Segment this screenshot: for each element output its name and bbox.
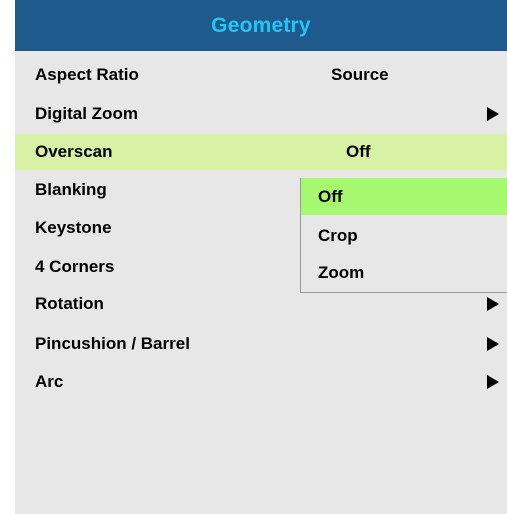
- menu-item-pincushion-barrel[interactable]: Pincushion / Barrel: [15, 326, 507, 362]
- menu-item-label: Pincushion / Barrel: [35, 334, 190, 353]
- dropdown-option-label: Zoom: [318, 262, 365, 282]
- submenu-arrow-icon: [487, 297, 499, 311]
- menu-item-label: 4 Corners: [35, 257, 115, 276]
- geometry-menu: Geometry Aspect Ratio Source Digital Zoo…: [15, 0, 507, 514]
- menu-item-label: Keystone: [35, 218, 112, 237]
- overscan-dropdown: Off Crop Zoom: [300, 178, 507, 293]
- submenu-arrow-icon: [487, 337, 499, 351]
- menu-item-label: Arc: [35, 372, 64, 391]
- menu-item-arc[interactable]: Arc: [15, 364, 507, 400]
- submenu-arrow-icon: [487, 375, 499, 389]
- submenu-arrow-icon: [487, 107, 499, 121]
- menu-item-overscan[interactable]: Overscan Off: [15, 134, 507, 170]
- dropdown-option-label: Off: [318, 186, 343, 206]
- dropdown-option-crop[interactable]: Crop: [301, 217, 507, 254]
- menu-title: Geometry: [211, 13, 311, 37]
- menu-item-value: Off: [346, 142, 371, 161]
- menu-title-bar: Geometry: [15, 0, 507, 51]
- menu-item-aspect-ratio[interactable]: Aspect Ratio Source: [15, 57, 507, 93]
- dropdown-option-label: Crop: [318, 225, 358, 245]
- menu-item-digital-zoom[interactable]: Digital Zoom: [15, 96, 507, 132]
- dropdown-option-off[interactable]: Off: [301, 178, 507, 215]
- menu-item-label: Overscan: [35, 142, 113, 161]
- menu-item-label: Aspect Ratio: [35, 65, 139, 84]
- menu-item-label: Blanking: [35, 180, 107, 199]
- dropdown-option-zoom[interactable]: Zoom: [301, 254, 507, 291]
- menu-item-value: Source: [331, 65, 389, 84]
- menu-item-label: Rotation: [35, 294, 104, 313]
- menu-item-label: Digital Zoom: [35, 104, 138, 123]
